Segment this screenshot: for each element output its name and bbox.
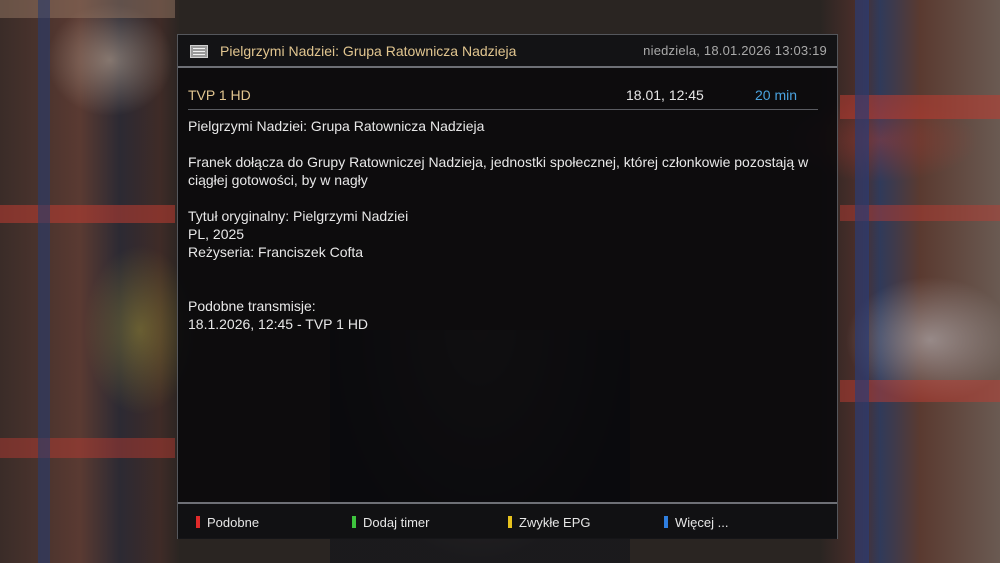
yellow-key-icon (508, 516, 512, 528)
bg-pole (855, 0, 869, 563)
red-button-similar[interactable]: Podobne (196, 514, 259, 530)
clock: niedziela, 18.01.2026 13:03:19 (643, 43, 827, 58)
event-title: Pielgrzymi Nadziei: Grupa Ratownicza Nad… (188, 118, 485, 134)
country-year: PL, 2025 (188, 226, 245, 242)
description-line: Franek dołącza do Grupy Ratowniczej Nadz… (188, 154, 809, 170)
blue-button-label: Więcej ... (675, 514, 729, 530)
yellow-button-single-epg[interactable]: Zwykłe EPG (508, 514, 591, 530)
color-key-bar: Podobne Dodaj timer Zwykłe EPG Więcej ..… (178, 502, 837, 539)
blue-button-more[interactable]: Więcej ... (664, 514, 728, 530)
event-start-time: 18.01, 12:45 (626, 87, 704, 103)
divider (188, 109, 818, 110)
description-line: ciągłej gotowości, by w nagły (188, 172, 368, 188)
blue-key-icon (664, 516, 668, 528)
window-title: Pielgrzymi Nadziei: Grupa Ratownicza Nad… (220, 43, 517, 59)
similar-broadcasts-header: Podobne transmisje: (188, 298, 316, 314)
event-description[interactable]: Pielgrzymi Nadziei: Grupa Ratownicza Nad… (188, 117, 818, 333)
original-title: Tytuł oryginalny: Pielgrzymi Nadziei (188, 208, 409, 224)
bg-shelf (0, 438, 175, 458)
green-button-label: Dodaj timer (363, 514, 430, 530)
bg-shelf (0, 205, 175, 223)
bg-shelf (0, 0, 175, 18)
channel-name: TVP 1 HD (188, 87, 251, 103)
red-key-icon (196, 516, 200, 528)
epg-info-icon (190, 45, 208, 58)
bg-pole (38, 0, 50, 563)
red-button-label: Podobne (207, 514, 260, 530)
director: Reżyseria: Franciszek Cofta (188, 244, 364, 260)
yellow-button-label: Zwykłe EPG (519, 514, 591, 530)
similar-broadcast-item[interactable]: 18.1.2026, 12:45 - TVP 1 HD (188, 315, 818, 333)
event-duration: 20 min (755, 87, 798, 103)
epg-event-info-window: Pielgrzymi Nadziei: Grupa Ratownicza Nad… (177, 34, 838, 539)
window-titlebar: Pielgrzymi Nadziei: Grupa Ratownicza Nad… (178, 35, 837, 68)
green-key-icon (352, 516, 356, 528)
green-button-add-timer[interactable]: Dodaj timer (352, 514, 429, 530)
